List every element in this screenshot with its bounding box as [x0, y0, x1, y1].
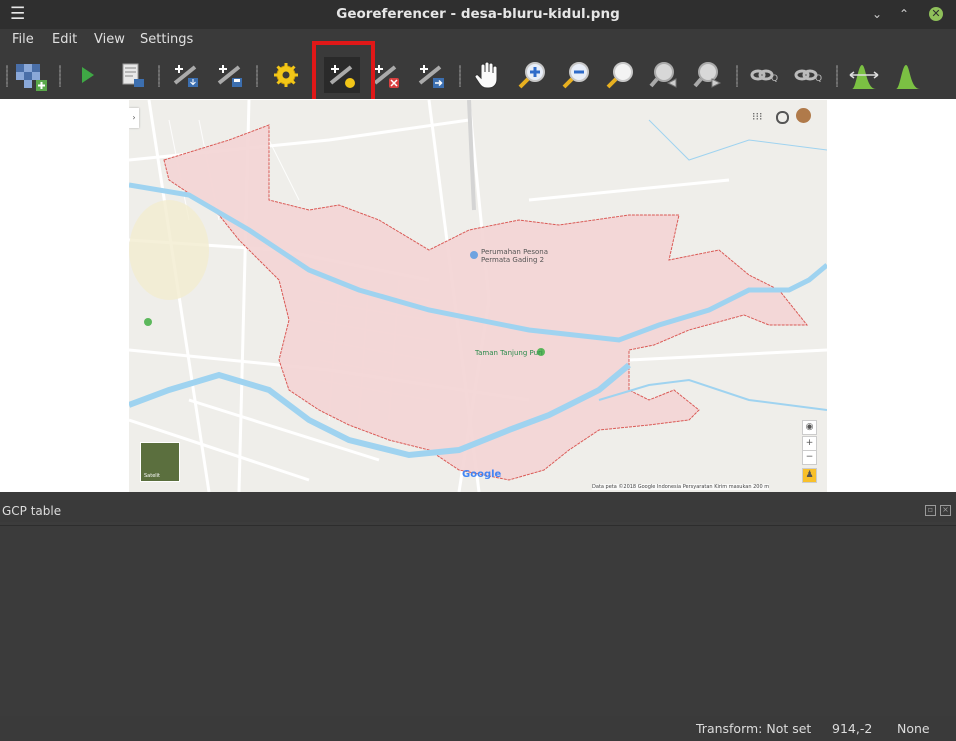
zoom-last-icon[interactable] — [646, 57, 682, 93]
map-footer: Data peta ©2018 Google Indonesia Persyar… — [592, 484, 770, 490]
zoom-in-icon[interactable] — [514, 57, 550, 93]
restore-icon[interactable]: ⌃ — [897, 7, 911, 21]
move-gcp-point-icon[interactable] — [413, 57, 449, 93]
link-georeferencer-to-qgis-icon[interactable]: Q — [746, 57, 782, 93]
gcp-table[interactable] — [0, 525, 956, 716]
menu-file[interactable]: File — [12, 32, 34, 47]
zoom-next-icon[interactable] — [690, 57, 726, 93]
toolbar-separator — [736, 65, 738, 87]
toolbar-separator — [59, 65, 61, 87]
pegman-icon[interactable]: ♟ — [802, 468, 817, 483]
menu-edit[interactable]: Edit — [52, 32, 77, 47]
close-panel-icon[interactable]: × — [940, 505, 951, 516]
gcp-table-header: GCP table ▫ × — [0, 500, 956, 522]
satellite-thumbnail[interactable]: Satelit — [140, 442, 180, 482]
poi-label-taman: Taman Tanjung Puri — [475, 349, 543, 357]
svg-text:Q: Q — [771, 74, 778, 84]
save-gcp-points-icon[interactable] — [212, 57, 248, 93]
start-georeferencing-icon[interactable] — [69, 57, 105, 93]
zoom-to-layer-icon[interactable] — [602, 57, 638, 93]
my-location-icon[interactable]: ◉ — [802, 420, 817, 435]
map-zoom-in-button[interactable]: + — [802, 436, 817, 451]
open-raster-icon[interactable] — [13, 57, 49, 93]
window-title: Georeferencer - desa-bluru-kidul.png — [336, 6, 620, 22]
zoom-out-icon[interactable] — [558, 57, 594, 93]
menu-settings[interactable]: Settings — [140, 32, 193, 47]
generate-gdal-script-icon[interactable] — [114, 57, 150, 93]
poi-label-perumahan: Perumahan Pesona Permata Gading 2 — [481, 248, 549, 264]
load-gcp-points-icon[interactable] — [168, 57, 204, 93]
toolbar-separator — [459, 65, 461, 87]
sidebar-toggle[interactable]: › — [129, 108, 139, 128]
map-image[interactable]: Perumahan Pesona Permata Gading 2 Taman … — [129, 100, 827, 492]
menu-bar: File Edit View Settings — [0, 29, 956, 51]
status-bar: Transform: Not set 914,-2 None — [0, 716, 956, 741]
transform-status: Transform: Not set — [696, 721, 812, 736]
camera-icon[interactable] — [776, 111, 789, 124]
title-bar: ☰ Georeferencer - desa-bluru-kidul.png ⌄… — [0, 0, 956, 29]
toolbar-separator — [158, 65, 160, 87]
toolbar: Q Q — [0, 51, 956, 99]
toolbar-handle[interactable] — [6, 65, 8, 87]
satellite-label: Satelit — [144, 473, 161, 479]
gcp-table-title: GCP table — [2, 504, 62, 518]
map-drawing — [129, 100, 827, 492]
local-histogram-stretch-icon[interactable] — [890, 57, 926, 93]
minimize-icon[interactable]: ⌄ — [870, 7, 884, 21]
close-icon[interactable]: ✕ — [929, 7, 943, 21]
google-logo: Google — [462, 469, 502, 480]
pan-icon[interactable] — [470, 57, 506, 93]
full-histogram-stretch-icon[interactable] — [846, 57, 882, 93]
avatar[interactable] — [796, 108, 811, 123]
float-panel-icon[interactable]: ▫ — [925, 505, 936, 516]
toolbar-separator — [836, 65, 838, 87]
crs-status[interactable]: None — [897, 721, 930, 736]
map-zoom-out-button[interactable]: − — [802, 450, 817, 465]
apps-grid-icon[interactable]: ⁝⁝⁝ — [752, 110, 763, 123]
menu-view[interactable]: View — [94, 32, 125, 47]
link-qgis-to-georeferencer-icon[interactable]: Q — [790, 57, 826, 93]
transformation-settings-icon[interactable] — [268, 57, 304, 93]
coordinate-readout: 914,-2 — [832, 721, 873, 736]
svg-text:Q: Q — [815, 74, 822, 84]
toolbar-separator — [256, 65, 258, 87]
